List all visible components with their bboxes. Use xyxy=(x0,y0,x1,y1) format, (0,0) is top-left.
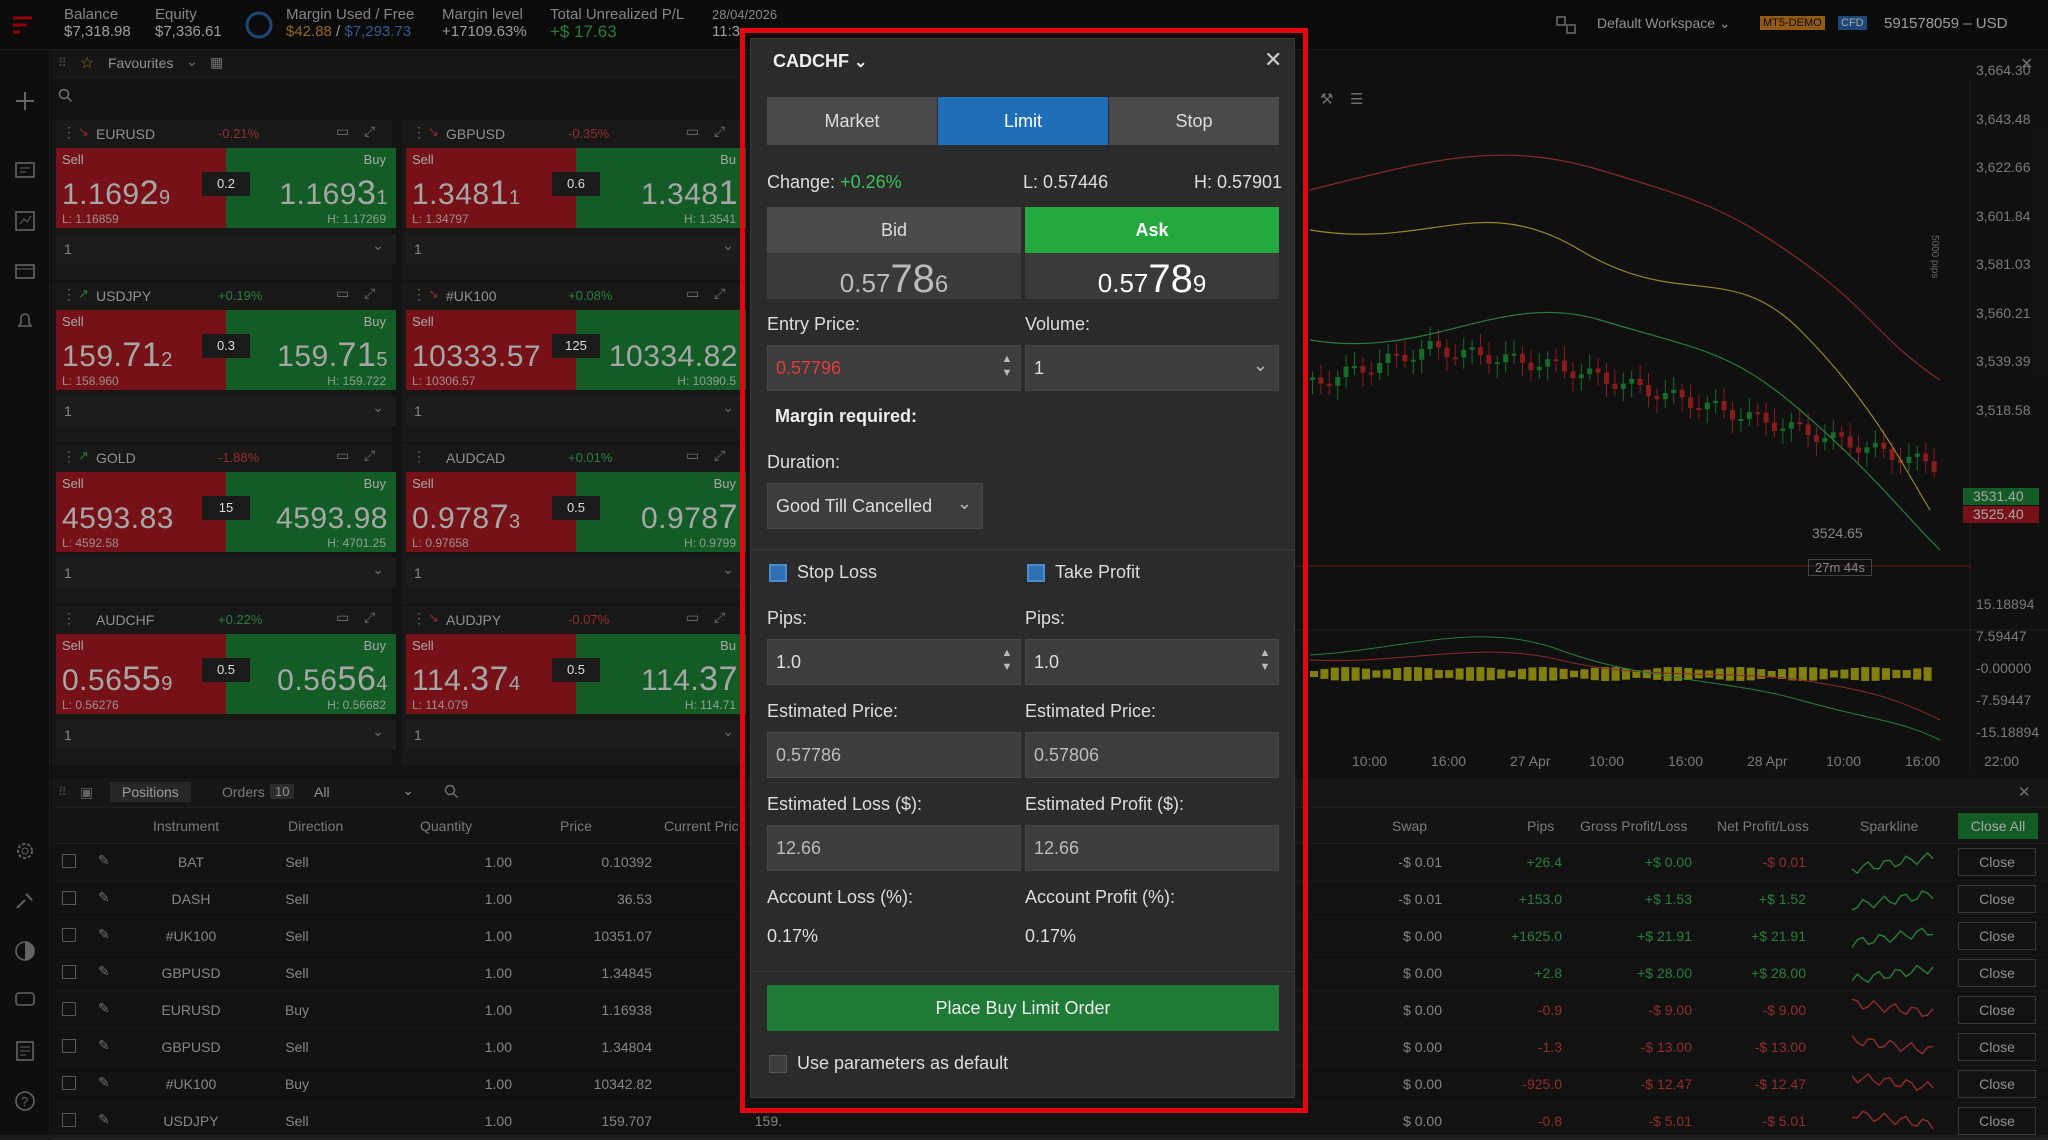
symbol-label: CADCHF xyxy=(773,51,849,71)
place-order-button[interactable]: Place Buy Limit Order xyxy=(767,985,1279,1031)
entry-price-input[interactable]: 0.57796 ▲ ▼ xyxy=(767,345,1021,391)
close-icon[interactable]: ✕ xyxy=(1264,47,1282,73)
sl-pips-value: 1.0 xyxy=(776,652,802,672)
account-profit-value: 0.17% xyxy=(1025,926,1077,946)
spread-badge: 0.5 xyxy=(552,658,600,682)
change-row: Change: +0.26% xyxy=(767,172,902,193)
spread-badge: 0.6 xyxy=(552,172,600,196)
sl-pips-label: Pips: xyxy=(767,608,808,628)
order-type-tabs: Market Limit Stop xyxy=(767,97,1279,145)
stepper-icon[interactable]: ▲ ▼ xyxy=(1000,646,1014,678)
bid-price-prefix: 0.57 xyxy=(839,268,891,298)
sl-est-price-field: 0.57786 xyxy=(767,732,1021,778)
entry-price-value: 0.57796 xyxy=(776,358,842,378)
ask-price-prefix: 0.57 xyxy=(1097,268,1149,298)
duration-value: Good Till Cancelled xyxy=(776,496,933,516)
take-profit-checkbox[interactable] xyxy=(1027,564,1045,582)
entry-price-label: Entry Price: xyxy=(767,314,861,334)
bid-price-pips: 78 xyxy=(890,257,935,301)
change-value: +0.26% xyxy=(840,172,902,192)
est-loss-field: 12.66 xyxy=(767,825,1021,871)
order-dialog: CADCHF ⌄ ✕ Market Limit Stop Change: +0.… xyxy=(750,38,1295,1098)
ask-price-pips: 78 xyxy=(1148,257,1193,301)
divider xyxy=(751,549,1294,550)
tp-est-price-field: 0.57806 xyxy=(1025,732,1279,778)
volume-value: 1 xyxy=(1034,358,1045,378)
spread-badge: 15 xyxy=(202,496,250,520)
account-profit-label: Account Profit (%): xyxy=(1025,887,1176,907)
tp-est-price-label: Estimated Price: xyxy=(1025,701,1157,721)
duration-label: Duration: xyxy=(767,452,841,472)
ask-price: 0.57789 xyxy=(1025,257,1279,302)
account-loss-label: Account Loss (%): xyxy=(767,887,914,907)
bid-price: 0.57786 xyxy=(767,257,1021,302)
use-default-label[interactable]: Use parameters as default xyxy=(797,1053,1008,1074)
bid-header: Bid xyxy=(767,207,1021,253)
spread-badge: 0.2 xyxy=(202,172,250,196)
bid-box[interactable]: Bid 0.57786 xyxy=(767,207,1021,302)
duration-select[interactable]: Good Till Cancelled ⌄ xyxy=(767,483,983,529)
spread-badge: 0.5 xyxy=(552,496,600,520)
stepper-icon[interactable]: ▲ ▼ xyxy=(1000,352,1014,384)
ask-price-fraction: 9 xyxy=(1192,271,1207,298)
high-value: H: 0.57901 xyxy=(1194,172,1283,192)
margin-required-label: Margin required: xyxy=(775,406,918,426)
take-profit-label[interactable]: Take Profit xyxy=(1055,562,1140,583)
symbol-selector[interactable]: CADCHF ⌄ xyxy=(773,51,867,72)
volume-label: Volume: xyxy=(1025,314,1091,334)
chevron-down-icon: ⌄ xyxy=(956,493,972,513)
use-default-checkbox[interactable] xyxy=(769,1055,787,1073)
est-loss-label: Estimated Loss ($): xyxy=(767,794,923,814)
sl-est-price-label: Estimated Price: xyxy=(767,701,899,721)
tab-market[interactable]: Market xyxy=(767,97,937,145)
spread-badge: 125 xyxy=(552,334,600,358)
tp-pips-label: Pips: xyxy=(1025,608,1066,628)
tab-limit[interactable]: Limit xyxy=(938,97,1108,145)
change-label: Change: xyxy=(767,172,836,192)
ask-box[interactable]: Ask 0.57789 xyxy=(1025,207,1279,302)
low-value: L: 0.57446 xyxy=(1023,172,1109,192)
account-loss-value: 0.17% xyxy=(767,926,819,946)
stop-loss-label[interactable]: Stop Loss xyxy=(797,562,877,583)
est-profit-field: 12.66 xyxy=(1025,825,1279,871)
tab-stop[interactable]: Stop xyxy=(1109,97,1279,145)
est-profit-label: Estimated Profit ($): xyxy=(1025,794,1185,814)
stop-loss-checkbox[interactable] xyxy=(769,564,787,582)
divider xyxy=(751,971,1294,972)
ask-header: Ask xyxy=(1025,207,1279,253)
tp-pips-value: 1.0 xyxy=(1034,652,1060,672)
tp-pips-input[interactable]: 1.0 ▲ ▼ xyxy=(1025,639,1279,685)
spread-badge: 0.3 xyxy=(202,334,250,358)
spread-badge: 0.5 xyxy=(202,658,250,682)
chevron-down-icon: ⌄ xyxy=(1252,355,1268,375)
volume-select[interactable]: 1 ⌄ xyxy=(1025,345,1279,391)
stepper-icon[interactable]: ▲ ▼ xyxy=(1258,646,1272,678)
sl-pips-input[interactable]: 1.0 ▲ ▼ xyxy=(767,639,1021,685)
chevron-down-icon: ⌄ xyxy=(854,54,868,71)
bid-price-fraction: 6 xyxy=(934,271,949,298)
